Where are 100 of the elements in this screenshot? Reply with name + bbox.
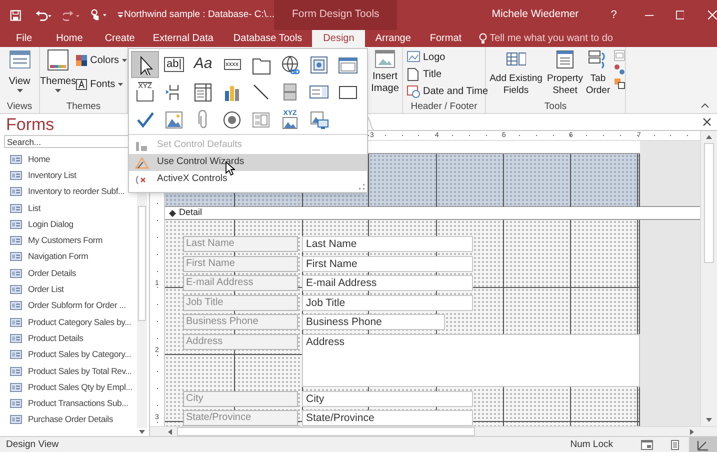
resize-grip-icon[interactable] (359, 184, 365, 190)
ribbon-tab[interactable]: Design (312, 30, 366, 47)
colors-button[interactable]: Colors (76, 53, 128, 68)
window-title: Northwind sample : Database- C:\... (124, 8, 274, 22)
group-label: Themes (65, 100, 102, 113)
text-box-control[interactable]: Business Phone (302, 314, 445, 330)
image-icon (280, 117, 300, 130)
text-box-control[interactable]: Address (302, 334, 640, 387)
form-list-item[interactable]: Order List (0, 281, 136, 298)
form-list-item[interactable]: Product Sales Qty by Empl... (0, 379, 136, 396)
status-indicator: Num Lock (570, 438, 613, 452)
tab-order-button[interactable]: Tab Order (584, 47, 612, 97)
ribbon-tab[interactable]: File (6, 30, 42, 47)
ribbon-tab[interactable]: Create (96, 30, 143, 47)
touch-icon[interactable] (90, 8, 108, 22)
form-list-item[interactable]: My Customers Form (0, 232, 136, 249)
form-icon (10, 382, 22, 392)
undo-icon[interactable] (35, 8, 53, 22)
group-label: Views (6, 100, 34, 113)
radio-button-icon (222, 110, 242, 130)
form-icon (10, 285, 22, 294)
form-icon (10, 268, 22, 278)
ribbon-tab[interactable]: Home (42, 30, 97, 47)
contextual-tab-header: Form Design Tools (274, 0, 397, 30)
property-sheet-button[interactable]: Property Sheet (546, 47, 584, 97)
customize-icon[interactable] (117, 10, 124, 20)
help-button[interactable]: ? (610, 6, 617, 24)
caret-icon (122, 58, 128, 62)
collapse-ribbon-icon[interactable] (701, 103, 709, 108)
layout-view-icon (668, 438, 682, 452)
scroll-up-icon[interactable] (705, 134, 713, 140)
insert-image-button[interactable]: Insert Image (368, 47, 402, 95)
form-list-item[interactable]: Product Details (0, 330, 136, 347)
maximize-icon[interactable] (676, 10, 684, 20)
form-list-item[interactable]: Product Sales by Total Rev... (0, 362, 136, 380)
close-icon[interactable] (703, 118, 711, 126)
ribbon-tab[interactable]: External Data (142, 30, 224, 47)
text-box-control[interactable]: E-mail Address (302, 275, 473, 292)
calendar-clock-icon (407, 84, 420, 98)
form-icon (10, 301, 22, 310)
scrollbar[interactable] (150, 426, 717, 436)
form-list-item[interactable]: Order Details (0, 265, 136, 282)
form-icon (10, 170, 22, 180)
text-box-control[interactable]: First Name (302, 256, 473, 272)
status-text: Design View (5, 438, 59, 452)
save-icon[interactable] (10, 8, 22, 22)
scroll-left-icon[interactable] (168, 429, 173, 435)
ribbon-tab[interactable]: Database Tools (223, 30, 312, 47)
title-button[interactable]: Title (407, 67, 488, 81)
fonts-button[interactable]: Fonts (76, 77, 128, 92)
form-list-item[interactable]: Product Transactions Sub... (0, 395, 136, 412)
text-box-control[interactable]: Job Title (302, 294, 473, 311)
text-box-control[interactable]: City (302, 390, 473, 407)
menu-item[interactable]: Use Control Wizards (129, 154, 367, 171)
globe-link-icon (280, 54, 300, 74)
scroll-thumb[interactable] (138, 206, 146, 321)
date-and-time-button[interactable]: Date and Time (407, 84, 488, 98)
form-list-item[interactable]: Order Subform for Order ... (0, 298, 136, 314)
logo-button[interactable]: Logo (407, 50, 488, 64)
view-button[interactable]: View (0, 47, 39, 93)
font-icon (76, 79, 88, 90)
ribbon-tab[interactable]: Arrange (365, 30, 421, 47)
form-icon (10, 366, 22, 376)
tell-me-field[interactable]: Tell me what you want to do (490, 31, 613, 46)
form-icon (10, 350, 22, 360)
ribbon-tab[interactable]: Format (420, 30, 471, 47)
design-view-icon (696, 438, 710, 452)
form-list-item[interactable]: Product Sales by Category... (0, 346, 136, 363)
text-box-control[interactable]: Last Name (302, 236, 473, 252)
form-icon (10, 220, 22, 229)
group-label: Header / Footer (410, 100, 478, 113)
caret-icon (16, 89, 22, 93)
frame-icon (135, 90, 155, 102)
form-list-item[interactable]: Navigation Form (0, 248, 136, 266)
scroll-down-icon[interactable] (705, 417, 713, 423)
convert-icon[interactable] (614, 64, 625, 75)
form-icon (10, 204, 22, 213)
control-tool-button[interactable] (131, 51, 159, 78)
form-icon (10, 154, 22, 164)
checkbox-icon (135, 110, 155, 130)
section-marker-icon (169, 210, 176, 216)
form-list-item[interactable]: Purchase Order Details (0, 412, 136, 428)
scroll-thumb[interactable] (177, 427, 475, 436)
view-switch-button[interactable] (689, 437, 717, 452)
caret-icon (118, 82, 124, 86)
form-icon (10, 236, 22, 246)
form-list-item[interactable]: Product Category Sales by... (0, 314, 136, 330)
scroll-thumb[interactable] (704, 143, 714, 263)
text-box-control[interactable]: State/Province (302, 410, 473, 426)
control-tool-button[interactable]: ab| (160, 51, 188, 78)
combo-box-icon (193, 82, 213, 102)
tab-order-icon (588, 50, 608, 69)
scrollbar[interactable] (700, 131, 717, 426)
add-existing-fields-button[interactable]: Add Existing Fields (486, 47, 546, 97)
scroll-right-icon[interactable] (690, 429, 695, 435)
themes-button[interactable]: Themes (40, 47, 76, 93)
form-list-item[interactable]: List (0, 200, 136, 216)
form-list-item[interactable]: Login Dialog (0, 216, 136, 232)
control-tool-button[interactable]: Aa (189, 51, 217, 78)
code-icon[interactable] (614, 78, 625, 89)
